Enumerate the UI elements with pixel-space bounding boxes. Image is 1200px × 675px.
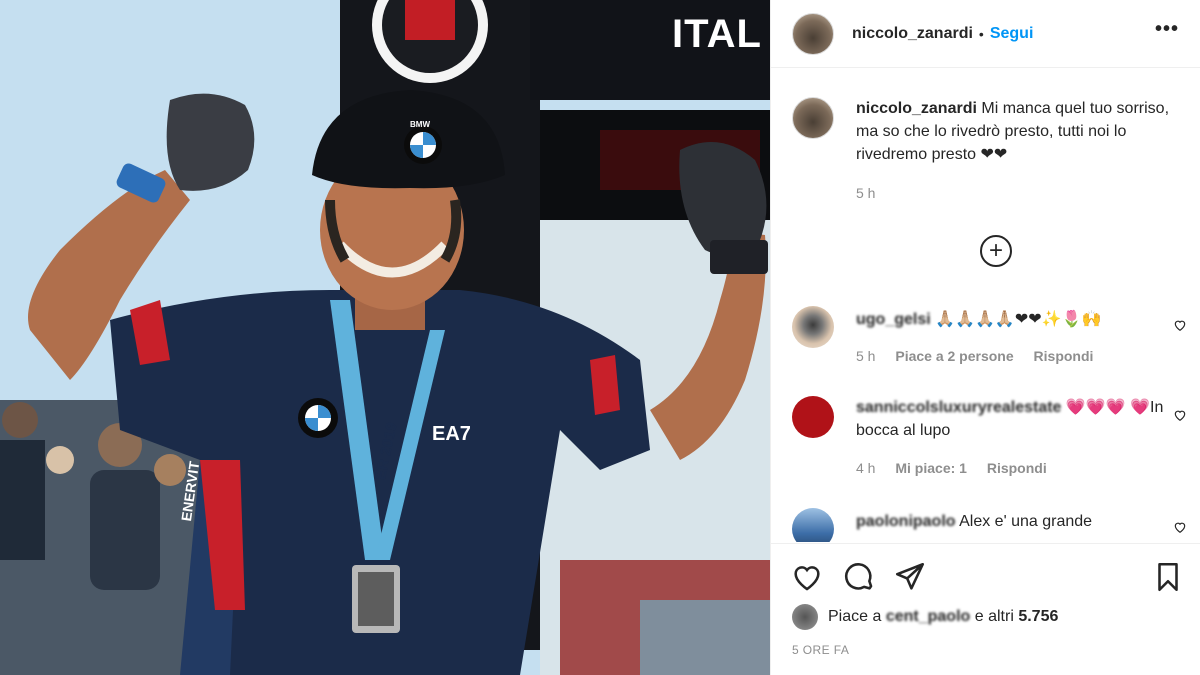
comment-likes[interactable]: Mi piace: 1: [895, 460, 967, 476]
comment-avatar[interactable]: [792, 508, 834, 542]
load-more-comments-icon[interactable]: +: [980, 235, 1012, 267]
heart-icon[interactable]: [790, 560, 824, 594]
helmet-brand-text: BMW: [410, 120, 430, 129]
caption-username[interactable]: niccolo_zanardi: [856, 100, 977, 117]
likes-prefix: Piace a: [828, 608, 882, 625]
load-more-label: +: [988, 237, 1003, 264]
sign-text: ITAL: [672, 12, 762, 56]
comment-item: paolonipaolo Alex e' una grande: [792, 508, 1187, 542]
likes-summary[interactable]: Piace a cent_paolo e altri 5.756: [792, 604, 1058, 630]
likes-user[interactable]: cent_paolo: [886, 608, 970, 626]
post-photo[interactable]: ITAL EA7 ENERVIT BMW ER 2019: [0, 0, 770, 675]
comment-text: 🙏🏼🙏🏼🙏🏼🙏🏼❤❤✨🌷🙌: [935, 311, 1102, 328]
comment-like-heart-icon[interactable]: [1173, 408, 1187, 422]
post-caption: niccolo_zanardi Mi manca quel tuo sorris…: [792, 97, 1182, 166]
comment-like-heart-icon[interactable]: [1173, 520, 1187, 534]
post-header: niccolo_zanardi • Segui •••: [771, 0, 1200, 68]
comment-avatar[interactable]: [792, 306, 834, 348]
more-options-icon[interactable]: •••: [1155, 18, 1179, 41]
caption-time[interactable]: 5 h: [856, 185, 875, 201]
comment-text: Alex e' una grande: [959, 513, 1093, 530]
comment-like-heart-icon[interactable]: [1173, 318, 1187, 332]
comment-meta: 5 h Piace a 2 persone Rispondi: [856, 348, 1109, 364]
likes-suffix: e altri: [974, 608, 1014, 625]
send-icon[interactable]: [893, 560, 927, 594]
comment-username[interactable]: paolonipaolo: [856, 513, 956, 530]
comment-username[interactable]: ugo_gelsi: [856, 311, 931, 328]
suit-brand-text: EA7: [432, 423, 471, 445]
comment-username[interactable]: sanniccolsluxuryrealestate: [856, 399, 1061, 416]
comment-likes[interactable]: Piace a 2 persone: [895, 348, 1013, 364]
author-avatar[interactable]: [792, 12, 834, 55]
post-side-panel: niccolo_zanardi • Segui ••• niccolo_zana…: [770, 0, 1200, 675]
comment-meta: 4 h Mi piace: 1 Rispondi: [856, 460, 1063, 476]
header-dot: •: [978, 25, 984, 42]
liker-avatar: [792, 604, 818, 630]
photo-illustration: [0, 0, 770, 675]
bookmark-icon[interactable]: [1151, 560, 1185, 594]
comment-icon[interactable]: [842, 560, 876, 594]
comment-reply-button[interactable]: Rispondi: [1034, 348, 1094, 364]
follow-button[interactable]: Segui: [990, 25, 1034, 43]
likes-count[interactable]: 5.756: [1018, 608, 1058, 626]
author-username[interactable]: niccolo_zanardi: [852, 25, 973, 43]
comment-reply-button[interactable]: Rispondi: [987, 460, 1047, 476]
comment-time[interactable]: 4 h: [856, 460, 875, 476]
post-actions-bar: [771, 543, 1200, 608]
caption-avatar[interactable]: [792, 97, 834, 139]
comment-time[interactable]: 5 h: [856, 348, 875, 364]
comment-avatar[interactable]: [792, 396, 834, 438]
post-timestamp[interactable]: 5 ORE FA: [792, 643, 849, 657]
